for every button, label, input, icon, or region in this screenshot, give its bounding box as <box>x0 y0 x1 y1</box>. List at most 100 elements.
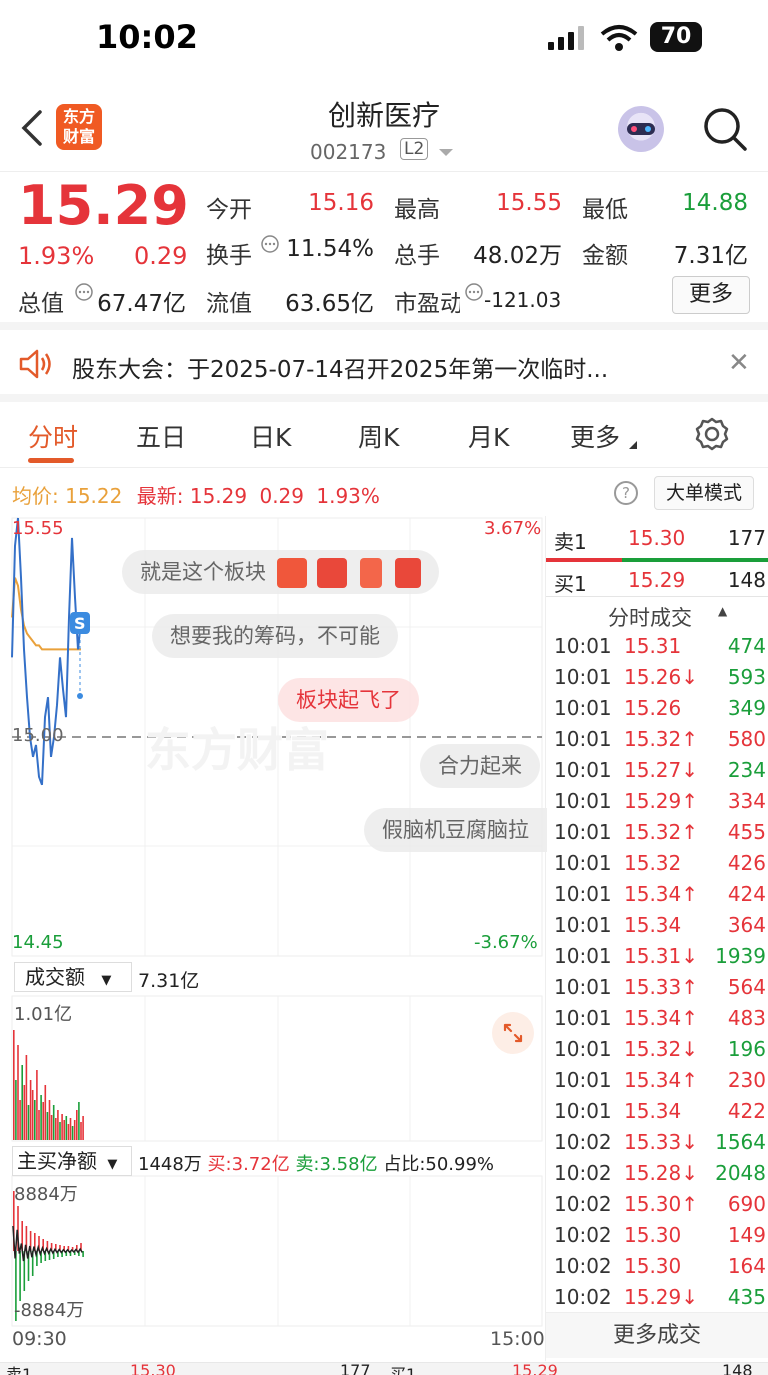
tab-monthly-k[interactable]: 月K <box>468 418 509 454</box>
quote-label: 总值 <box>18 291 64 317</box>
status-bar: 10:02 70 <box>0 0 768 80</box>
assistant-avatar[interactable] <box>618 106 664 152</box>
status-time: 10:02 <box>96 18 198 56</box>
flow-sell: 卖:3.58亿 <box>295 1154 378 1175</box>
volume-bar <box>80 1122 82 1140</box>
flow-buy: 买:3.72亿 <box>207 1154 290 1175</box>
trade-price: 15.29↑ <box>624 789 699 813</box>
volume-bar <box>48 1100 51 1140</box>
trade-time: 10:01 <box>554 851 612 875</box>
watermark: 东方财富 <box>145 724 329 776</box>
tab-weekly-k[interactable]: 周K <box>358 418 399 454</box>
caret-down-icon[interactable] <box>438 148 454 158</box>
volume-label: 成交额 <box>25 965 85 989</box>
close-icon[interactable]: ✕ <box>728 348 750 378</box>
active-tab-indicator <box>28 458 74 463</box>
notice-text[interactable]: 股东大会：于2025-07-14召开2025年第一次临时... <box>72 350 608 384</box>
big-order-mode-button[interactable]: 大单模式 <box>654 476 754 510</box>
volume-selector[interactable]: 成交额 ▼ <box>14 962 132 992</box>
volume-bar <box>25 1055 28 1140</box>
comment-bubble: 想要我的筹码，不可能 <box>152 614 398 658</box>
level-badge[interactable]: L2 <box>400 138 429 160</box>
change-value: 0.29 <box>134 242 188 270</box>
marker-dot <box>77 693 83 699</box>
trade-volume: 483 <box>727 1006 766 1030</box>
search-icon[interactable] <box>702 106 748 152</box>
volume-bar <box>67 1124 70 1140</box>
trade-price: 15.34↑ <box>624 1006 699 1030</box>
trade-price: 15.30↑ <box>624 1192 699 1216</box>
tab-intraday[interactable]: 分时 <box>28 418 78 454</box>
volume-bar <box>27 1105 30 1140</box>
sell1-row[interactable]: 卖1 15.30 177 <box>554 526 766 556</box>
period-tabs: 分时 五日 日K 周K 月K 更多 <box>0 402 768 468</box>
trade-price: 15.30 <box>624 1254 682 1278</box>
info-icon[interactable] <box>74 282 94 302</box>
depth-bar <box>546 558 768 562</box>
avg-value: 15.22 <box>65 484 123 508</box>
trade-volume: 455 <box>727 820 766 844</box>
volume-bar <box>38 1110 40 1140</box>
trade-volume: 334 <box>727 789 766 813</box>
buy1-row[interactable]: 买1 15.29 148 <box>554 568 766 598</box>
tab-daily-k[interactable]: 日K <box>250 418 291 454</box>
volume-panel-frame <box>11 995 543 1142</box>
trade-row: 10:01 15.26 349 <box>554 696 766 727</box>
help-icon[interactable]: ? <box>614 481 638 505</box>
volume-bar <box>61 1114 63 1140</box>
volume-bar <box>71 1126 74 1140</box>
trade-time: 10:02 <box>554 1223 612 1247</box>
trade-volume: 164 <box>727 1254 766 1278</box>
trade-time: 10:01 <box>554 1006 612 1030</box>
tab-more[interactable]: 更多 <box>570 418 620 454</box>
trade-row: 10:02 15.30 164 <box>554 1254 766 1285</box>
volume-bar <box>44 1085 47 1140</box>
price-min-label: 14.45 <box>12 932 64 953</box>
quote-value: -121.03 <box>484 288 562 312</box>
gear-icon[interactable] <box>694 416 730 452</box>
flow-label: 主买净额 <box>17 1149 97 1173</box>
trade-volume: 2048 <box>715 1161 766 1185</box>
trade-price: 15.28↓ <box>624 1161 699 1185</box>
trade-row: 10:01 15.32 426 <box>554 851 766 882</box>
trade-volume: 580 <box>727 727 766 751</box>
sell1-volume-bottom: 177 <box>340 1362 371 1375</box>
trade-row: 10:02 15.30 149 <box>554 1223 766 1254</box>
trade-row: 10:02 15.33↓ 1564 <box>554 1130 766 1161</box>
trade-price: 15.31 <box>624 634 682 658</box>
trade-time: 10:02 <box>554 1254 612 1278</box>
quote-panel: 15.29 1.93% 0.29 总值 67.47亿 今开 15.16 最高 1… <box>0 172 768 330</box>
stock-code: 002173 <box>310 140 387 164</box>
volume-bar <box>40 1095 42 1140</box>
comment-bubble: 板块起飞了 <box>278 678 419 722</box>
sort-caret-icon[interactable]: ▲ <box>718 604 727 618</box>
info-icon[interactable] <box>464 282 484 302</box>
info-icon[interactable] <box>260 234 280 254</box>
trade-volume: 690 <box>727 1192 766 1216</box>
volume-bar <box>50 1115 53 1140</box>
latest-change: 0.29 <box>259 484 304 508</box>
sticker-icon <box>276 558 307 588</box>
trade-row: 10:01 15.32↑ 455 <box>554 820 766 851</box>
trade-row: 10:01 15.34↑ 424 <box>554 882 766 913</box>
volume-bar <box>21 1065 23 1140</box>
flow-panel-frame <box>11 1175 543 1327</box>
trade-volume: 364 <box>727 913 766 937</box>
quote-value: 63.65亿 <box>285 291 374 317</box>
notice-bar[interactable]: 股东大会：于2025-07-14召开2025年第一次临时... ✕ <box>0 330 768 402</box>
flow-selector[interactable]: 主买净额 ▼ <box>12 1146 132 1176</box>
more-trades-button[interactable]: 更多成交 <box>546 1312 768 1358</box>
battery-icon: 70 <box>650 22 702 52</box>
trade-time: 10:01 <box>554 1099 612 1123</box>
trade-price: 15.29↓ <box>624 1285 699 1309</box>
expand-icon[interactable] <box>492 1012 534 1054</box>
tab-five-day[interactable]: 五日 <box>136 418 186 454</box>
buy1-label: 买1 <box>554 572 587 596</box>
trade-price: 15.32↑ <box>624 727 699 751</box>
more-quote-button[interactable]: 更多 <box>672 276 750 314</box>
trade-row: 10:02 15.30↑ 690 <box>554 1192 766 1223</box>
trade-volume: 196 <box>727 1037 766 1061</box>
intraday-chart[interactable]: 东方财富 S 15.55 3.67% 15.00 14.45 -3.67% 就是… <box>0 516 547 1356</box>
sticker-icon <box>394 558 421 588</box>
volume-bar <box>13 1030 15 1140</box>
